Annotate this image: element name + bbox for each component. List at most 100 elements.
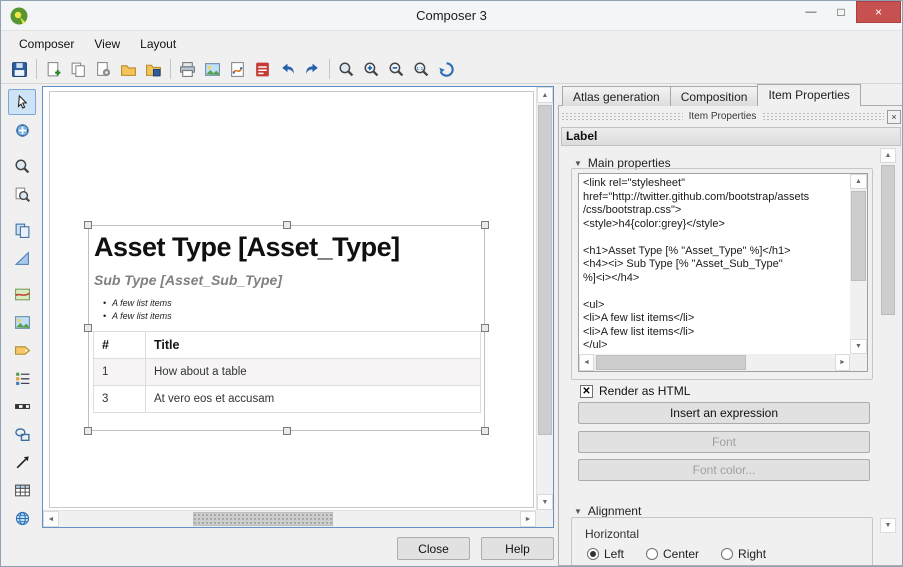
scroll-up-icon[interactable] [880,148,896,163]
scrollbar-thumb[interactable] [851,191,866,281]
maximize-button[interactable]: □ [826,1,856,23]
save-project-icon[interactable] [7,57,32,82]
resize-handle[interactable] [84,324,92,332]
scroll-right-icon[interactable] [835,354,850,371]
resize-handle[interactable] [84,427,92,435]
add-new-legend-icon[interactable] [8,365,36,391]
scroll-up-icon[interactable] [537,87,553,103]
render-as-html-checkbox[interactable] [580,385,593,398]
table-row: 3 At vero eos et accusam [94,386,481,413]
item-type-header: Label [561,127,901,146]
canvas-vertical-scrollbar[interactable] [536,87,553,510]
select-move-item-icon[interactable] [8,89,36,115]
zoom-full-icon[interactable] [334,57,359,82]
scroll-up-icon[interactable] [850,174,867,189]
scrollbar-thumb[interactable] [538,105,552,435]
label-list-item: A few list items [103,310,484,323]
dock-grip[interactable] [762,112,884,121]
minimize-button[interactable]: — [796,1,826,23]
add-new-label-icon[interactable] [8,337,36,363]
label-title: Asset Type [Asset_Type] [94,232,484,263]
add-html-frame-icon[interactable] [8,505,36,531]
alignment-header[interactable]: Alignment [574,504,641,518]
duplicate-composer-icon[interactable] [66,57,91,82]
add-basic-shape-icon[interactable] [8,421,36,447]
tab-composition[interactable]: Composition [670,86,759,106]
insert-expression-button[interactable]: Insert an expression [578,402,870,424]
close-window-button[interactable]: × [856,1,901,23]
alignment-label: Alignment [588,504,641,518]
scroll-down-icon[interactable] [850,339,867,354]
canvas-horizontal-scrollbar[interactable] [43,510,536,527]
titlebar[interactable]: Composer 3 — □ × [1,1,902,31]
resize-handle[interactable] [283,427,291,435]
add-new-scalebar-icon[interactable] [8,393,36,419]
collapse-triangle-icon[interactable] [574,504,588,518]
resize-handle[interactable] [481,221,489,229]
menu-composer[interactable]: Composer [9,34,84,54]
composer-canvas[interactable]: Asset Type [Asset_Type] Sub Type [Asset_… [42,86,554,528]
composer-page[interactable]: Asset Type [Asset_Type] Sub Type [Asset_… [49,91,534,508]
dock-header[interactable]: Item Properties × [561,109,901,124]
resize-handle[interactable] [481,324,489,332]
scroll-right-icon[interactable] [520,511,536,527]
export-as-image-icon[interactable] [200,57,225,82]
scrollbar-thumb[interactable] [193,512,333,526]
panel-vertical-scrollbar[interactable] [880,148,896,533]
add-new-map-icon[interactable] [8,281,36,307]
export-as-pdf-icon[interactable] [250,57,275,82]
label-item[interactable]: Asset Type [Asset_Type] Sub Type [Asset_… [88,225,485,431]
new-composer-icon[interactable] [41,57,66,82]
menubar: Composer View Layout [1,32,902,55]
zoom-actual-size-icon[interactable]: 1:1 [409,57,434,82]
ruler-icon[interactable] [8,245,36,271]
label-subtitle: Sub Type [Asset_Sub_Type] [94,272,484,288]
redo-icon[interactable] [300,57,325,82]
editor-horizontal-scrollbar[interactable] [579,354,850,371]
composer-manager-icon[interactable] [91,57,116,82]
panel-tabs: Atlas generation Composition Item Proper… [562,85,860,106]
print-icon[interactable] [175,57,200,82]
scroll-left-icon[interactable] [579,354,594,371]
dock-close-icon[interactable]: × [887,110,901,124]
editor-vertical-scrollbar[interactable] [850,174,867,354]
label-code-text[interactable]: <link rel="stylesheet" href="http://twit… [583,177,847,351]
align-center-radio[interactable] [646,548,658,560]
copy-items-icon[interactable] [8,217,36,243]
load-from-template-icon[interactable] [116,57,141,82]
menu-layout[interactable]: Layout [130,34,186,54]
align-left-radio[interactable] [587,548,599,560]
tab-item-properties[interactable]: Item Properties [757,84,860,106]
font-color-button[interactable]: Font color... [578,459,870,481]
add-image-icon[interactable] [8,309,36,335]
scrollbar-thumb[interactable] [881,165,895,315]
scroll-down-icon[interactable] [537,494,553,510]
help-button[interactable]: Help [481,537,554,560]
scrollbar-thumb[interactable] [596,355,746,370]
zoom-item-icon[interactable] [8,181,36,207]
align-center-label: Center [663,547,699,561]
item-toolbar [4,89,40,533]
resize-handle[interactable] [283,221,291,229]
resize-handle[interactable] [84,221,92,229]
export-as-svg-icon[interactable] [225,57,250,82]
dock-grip[interactable] [561,112,683,121]
scroll-down-icon[interactable] [880,518,896,533]
zoom-in-icon[interactable] [359,57,384,82]
zoom-out-icon[interactable] [384,57,409,82]
zoom-tool-icon[interactable] [8,153,36,179]
close-button[interactable]: Close [397,537,470,560]
refresh-view-icon[interactable] [434,57,459,82]
tab-atlas-generation[interactable]: Atlas generation [562,86,671,106]
label-code-editor[interactable]: <link rel="stylesheet" href="http://twit… [578,173,868,372]
add-arrow-icon[interactable] [8,449,36,475]
move-item-content-icon[interactable] [8,117,36,143]
scroll-left-icon[interactable] [43,511,59,527]
undo-icon[interactable] [275,57,300,82]
menu-view[interactable]: View [84,34,130,54]
save-as-template-icon[interactable] [141,57,166,82]
add-attribute-table-icon[interactable] [8,477,36,503]
font-button[interactable]: Font [578,431,870,453]
resize-handle[interactable] [481,427,489,435]
align-right-radio[interactable] [721,548,733,560]
